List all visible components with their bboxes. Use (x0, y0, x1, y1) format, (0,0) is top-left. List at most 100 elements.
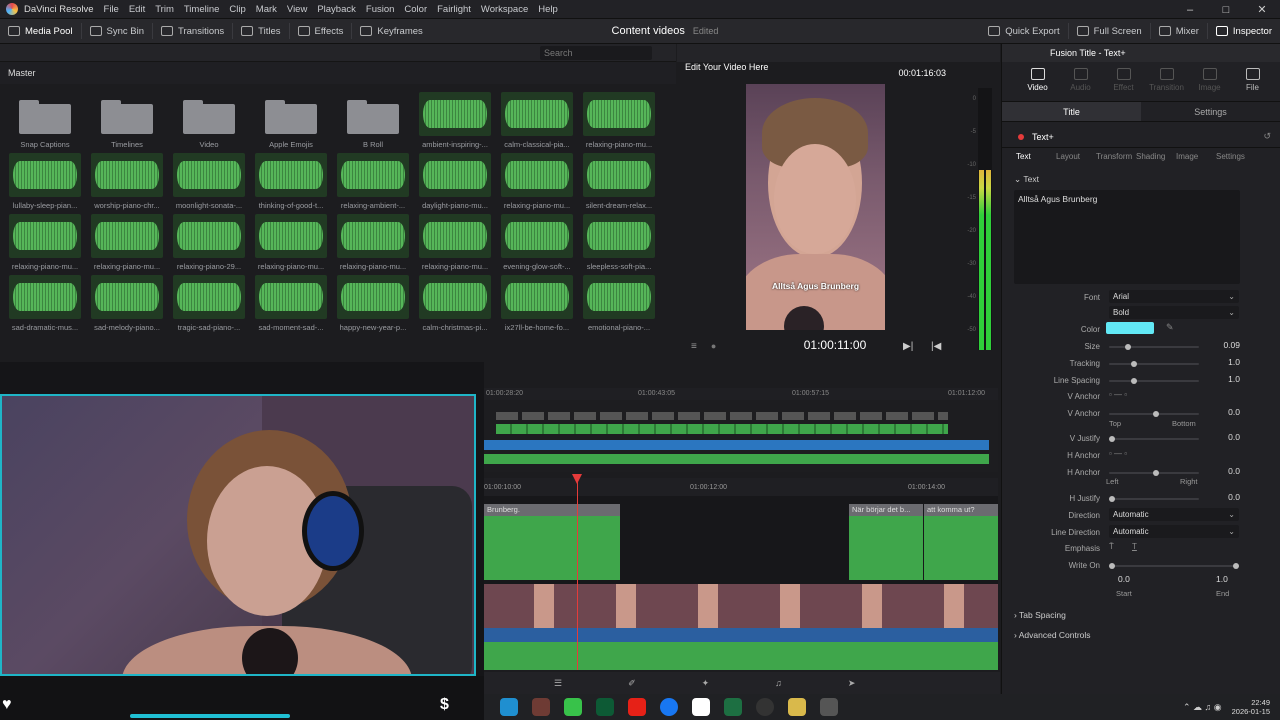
h-justify-value[interactable]: 0.0 (1202, 491, 1240, 504)
subtab-settings[interactable]: Settings (1141, 102, 1280, 121)
quick-export-button[interactable]: Quick Export (980, 19, 1067, 44)
advanced-controls-section[interactable]: › Advanced Controls (1014, 630, 1091, 640)
slider-knob[interactable] (1125, 344, 1131, 350)
align-icon[interactable]: ▫ ― ▫ (1109, 390, 1127, 399)
media-clip[interactable]: relaxing-piano-mu... (333, 214, 413, 275)
tab-transition[interactable]: Transition (1145, 62, 1188, 101)
media-clip[interactable]: ambient-inspiring-... (415, 92, 495, 153)
video-clip[interactable] (484, 584, 998, 628)
tab-spacing-section[interactable]: › Tab Spacing (1014, 610, 1066, 620)
timeline-overview-ruler[interactable]: 01:00:28:20 01:00:43:05 01:00:57:15 01:0… (484, 388, 998, 400)
menu-mark[interactable]: Mark (256, 4, 277, 15)
clock[interactable]: 22:49 2026-01-15 (1232, 698, 1270, 716)
media-clip[interactable]: relaxing-piano-mu... (251, 214, 331, 275)
menu-edit[interactable]: Edit (129, 4, 145, 15)
write-on-end-value[interactable]: 1.0 (1216, 574, 1228, 584)
media-clip[interactable]: Video (169, 92, 249, 153)
davinci-icon[interactable] (820, 698, 838, 716)
tiktok-icon[interactable] (692, 698, 710, 716)
node-tab-transform[interactable]: Transform (1096, 152, 1136, 166)
media-clip[interactable]: calm-classical-pia... (497, 92, 577, 153)
subtab-title[interactable]: Title (1002, 102, 1141, 121)
media-clip[interactable]: sad-melody-piano... (87, 275, 167, 336)
media-clip[interactable]: Apple Emojis (251, 92, 331, 153)
reset-icon[interactable]: ↺ (1263, 131, 1271, 142)
tab-image[interactable]: Image (1188, 62, 1231, 101)
edge-icon[interactable] (500, 698, 518, 716)
write-on-start-value[interactable]: 0.0 (1118, 574, 1130, 584)
tab-effect[interactable]: Effect (1102, 62, 1145, 101)
tab-video[interactable]: Video (1016, 62, 1059, 101)
media-pool-button[interactable]: Media Pool (0, 19, 81, 44)
media-clip[interactable]: tragic-sad-piano-... (169, 275, 249, 336)
v-justify-value[interactable]: 0.0 (1202, 431, 1240, 444)
size-slider[interactable] (1109, 344, 1199, 350)
media-clip[interactable]: relaxing-piano-mu... (497, 153, 577, 214)
app-icon[interactable] (532, 698, 550, 716)
menu-playback[interactable]: Playback (317, 4, 356, 15)
direction-dropdown[interactable]: Automatic ⌄ (1109, 508, 1239, 521)
menu-timeline[interactable]: Timeline (184, 4, 220, 15)
facebook-icon[interactable] (660, 698, 678, 716)
color-swatch[interactable] (1106, 322, 1154, 334)
media-clip[interactable]: relaxing-piano-mu... (87, 214, 167, 275)
media-clip[interactable]: daylight-piano-mu... (415, 153, 495, 214)
app-icon[interactable] (596, 698, 614, 716)
node-enabled-icon[interactable] (1018, 134, 1024, 140)
media-clip[interactable]: relaxing-piano-mu... (579, 92, 659, 153)
menu-help[interactable]: Help (538, 4, 558, 15)
menu-color[interactable]: Color (404, 4, 427, 15)
menu-workspace[interactable]: Workspace (481, 4, 528, 15)
next-frame-icon[interactable]: ▶| (903, 341, 913, 352)
audio-clip[interactable] (484, 628, 998, 670)
underline-icon[interactable]: T (1132, 542, 1137, 551)
fairlight-page-icon[interactable]: ♫ (775, 678, 782, 688)
media-clip[interactable]: silent-dream-relax... (579, 153, 659, 214)
media-clip[interactable]: sleepless-soft-pia... (579, 214, 659, 275)
full-screen-button[interactable]: Full Screen (1069, 19, 1150, 44)
media-clip[interactable]: worship-piano-chr... (87, 153, 167, 214)
deliver-page-icon[interactable]: ➤ (848, 678, 856, 689)
youtube-icon[interactable] (628, 698, 646, 716)
menu-view[interactable]: View (287, 4, 307, 15)
v-justify-slider[interactable] (1109, 436, 1199, 442)
slider-knob[interactable] (1153, 470, 1159, 476)
playhead[interactable] (577, 476, 578, 670)
line-spacing-slider[interactable] (1109, 378, 1199, 384)
tab-audio[interactable]: Audio (1059, 62, 1102, 101)
search-input[interactable]: Search (540, 46, 652, 60)
line-spacing-value[interactable]: 1.0 (1202, 373, 1240, 386)
tracking-value[interactable]: 1.0 (1202, 356, 1240, 369)
timeline-name[interactable]: Edit Your Video Here (685, 62, 768, 72)
tab-file[interactable]: File (1231, 62, 1274, 101)
node-tab-settings[interactable]: Settings (1216, 152, 1256, 166)
text-input[interactable]: Alltså Agus Brunberg (1014, 190, 1240, 284)
media-clip[interactable]: thinking-of-good-t... (251, 153, 331, 214)
media-clip[interactable]: sad-dramatic-mus... (5, 275, 85, 336)
slider-knob[interactable] (1153, 411, 1159, 417)
media-clip[interactable]: sad-moment-sad-... (251, 275, 331, 336)
timeline-ruler[interactable]: 01:00:10:00 01:00:12:00 01:00:14:00 (484, 478, 998, 496)
media-clip[interactable]: B Roll (333, 92, 413, 153)
fusion-page-icon[interactable]: ✦ (702, 678, 710, 689)
media-clip[interactable]: evening-glow-soft-... (497, 214, 577, 275)
h-anchor-value[interactable]: 0.0 (1202, 465, 1240, 478)
video-viewer[interactable] (746, 84, 885, 330)
close-icon[interactable]: ✕ (1244, 3, 1280, 16)
media-clip[interactable]: emotional-piano-... (579, 275, 659, 336)
edit-page-icon[interactable]: ✐ (628, 678, 636, 689)
title-clip[interactable]: När börjar det b... (849, 504, 923, 580)
titles-button[interactable]: Titles (233, 19, 288, 44)
media-clip[interactable]: calm-christmas-pi... (415, 275, 495, 336)
font-dropdown[interactable]: Arial ⌄ (1109, 290, 1239, 303)
timeline-overview[interactable] (484, 400, 998, 472)
size-value[interactable]: 0.09 (1202, 339, 1240, 352)
transitions-button[interactable]: Transitions (153, 19, 232, 44)
keyframes-button[interactable]: Keyframes (352, 19, 430, 44)
maximize-icon[interactable]: □ (1208, 4, 1244, 16)
media-clip[interactable]: moonlight-sonata-... (169, 153, 249, 214)
app-icon[interactable] (564, 698, 582, 716)
media-clip[interactable]: happy-new-year-p... (333, 275, 413, 336)
slider-knob[interactable] (1109, 563, 1115, 569)
tracking-slider[interactable] (1109, 361, 1199, 367)
